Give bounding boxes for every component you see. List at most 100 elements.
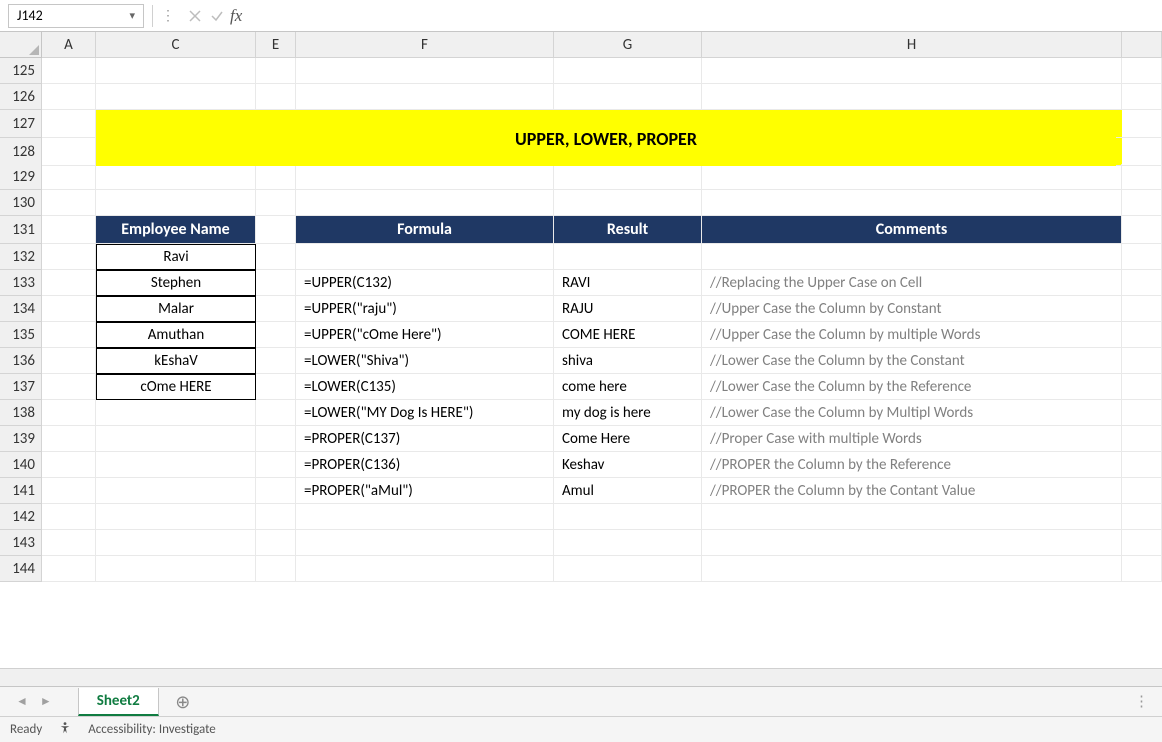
cell[interactable] xyxy=(96,504,256,530)
cell[interactable] xyxy=(42,478,96,504)
result-cell[interactable]: Keshav xyxy=(554,452,702,478)
column-header[interactable]: E xyxy=(256,32,296,58)
cell[interactable] xyxy=(256,478,296,504)
cell[interactable] xyxy=(256,348,296,374)
row-header[interactable]: 125 xyxy=(0,58,42,84)
row-header[interactable]: 131 xyxy=(0,216,42,244)
cell[interactable] xyxy=(42,556,96,582)
row-header[interactable]: 128 xyxy=(0,138,42,166)
cell[interactable] xyxy=(256,400,296,426)
table-header-formula[interactable]: Formula xyxy=(296,216,554,244)
cell[interactable] xyxy=(1122,84,1162,110)
cell[interactable] xyxy=(96,164,256,190)
cell[interactable] xyxy=(256,322,296,348)
row-header[interactable]: 126 xyxy=(0,84,42,110)
employee-cell[interactable]: cOme HERE xyxy=(96,374,256,400)
formula-cell[interactable]: =PROPER(C136) xyxy=(296,452,554,478)
cell[interactable] xyxy=(42,296,96,322)
ellipsis-icon[interactable]: ⋮ xyxy=(161,7,176,24)
table-header-comments[interactable]: Comments xyxy=(702,216,1122,244)
cell[interactable] xyxy=(256,296,296,322)
column-header[interactable]: G xyxy=(554,32,702,58)
comment-cell[interactable]: //PROPER the Column by the Reference xyxy=(702,452,1122,478)
row-header[interactable]: 133 xyxy=(0,270,42,296)
row-header[interactable]: 127 xyxy=(0,110,42,138)
cell[interactable] xyxy=(296,58,554,84)
row-header[interactable]: 137 xyxy=(0,374,42,400)
chevron-down-icon[interactable]: ▾ xyxy=(129,9,135,22)
cell[interactable] xyxy=(256,244,296,270)
row-header[interactable]: 139 xyxy=(0,426,42,452)
employee-cell[interactable]: Malar xyxy=(96,296,256,322)
cell[interactable] xyxy=(1122,426,1162,452)
formula-cell[interactable]: =UPPER("raju") xyxy=(296,296,554,322)
cell[interactable] xyxy=(256,556,296,582)
cell[interactable] xyxy=(554,164,702,190)
row-header[interactable]: 134 xyxy=(0,296,42,322)
formula-cell[interactable]: =LOWER(C135) xyxy=(296,374,554,400)
row-header[interactable]: 141 xyxy=(0,478,42,504)
cell[interactable] xyxy=(1122,452,1162,478)
cell[interactable] xyxy=(1122,348,1162,374)
cell[interactable] xyxy=(96,426,256,452)
cell[interactable] xyxy=(1122,504,1162,530)
column-header[interactable]: A xyxy=(42,32,96,58)
comment-cell[interactable]: //Upper Case the Column by Constant xyxy=(702,296,1122,322)
cell[interactable] xyxy=(256,270,296,296)
fx-label[interactable]: fx xyxy=(230,6,242,26)
cell[interactable] xyxy=(1122,58,1162,84)
comment-cell[interactable]: //PROPER the Column by the Contant Value xyxy=(702,478,1122,504)
result-cell[interactable]: Amul xyxy=(554,478,702,504)
cell[interactable] xyxy=(1122,530,1162,556)
result-cell[interactable]: Come Here xyxy=(554,426,702,452)
row-header[interactable]: 130 xyxy=(0,190,42,216)
cell[interactable] xyxy=(256,530,296,556)
cell[interactable] xyxy=(96,452,256,478)
cell[interactable] xyxy=(42,270,96,296)
table-header-employee[interactable]: Employee Name xyxy=(96,216,256,244)
cell[interactable] xyxy=(1122,270,1162,296)
cell[interactable] xyxy=(702,164,1122,190)
result-cell[interactable]: come here xyxy=(554,374,702,400)
cell[interactable] xyxy=(96,190,256,216)
cell[interactable] xyxy=(296,530,554,556)
cell[interactable] xyxy=(96,478,256,504)
formula-cell[interactable]: =LOWER("MY Dog Is HERE") xyxy=(296,400,554,426)
cell[interactable] xyxy=(1122,400,1162,426)
tab-nav-prev-icon[interactable]: ◄ xyxy=(10,694,34,709)
cell[interactable] xyxy=(1122,478,1162,504)
row-header[interactable]: 138 xyxy=(0,400,42,426)
add-sheet-button[interactable]: ⊕ xyxy=(173,692,193,712)
row-header[interactable]: 142 xyxy=(0,504,42,530)
cell[interactable] xyxy=(96,58,256,84)
cell[interactable] xyxy=(1122,216,1162,244)
employee-cell[interactable]: kEshaV xyxy=(96,348,256,374)
cell[interactable] xyxy=(42,164,96,190)
cell[interactable] xyxy=(42,190,96,216)
result-cell[interactable]: COME HERE xyxy=(554,322,702,348)
column-header[interactable]: F xyxy=(296,32,554,58)
select-all-corner[interactable] xyxy=(0,32,42,58)
cell[interactable] xyxy=(702,190,1122,216)
comment-cell[interactable]: //Lower Case the Column by Multipl Words xyxy=(702,400,1122,426)
cell[interactable] xyxy=(1122,110,1162,138)
cell[interactable] xyxy=(42,348,96,374)
cell[interactable] xyxy=(296,504,554,530)
cell[interactable] xyxy=(1122,296,1162,322)
row-header[interactable]: 135 xyxy=(0,322,42,348)
cell[interactable] xyxy=(96,556,256,582)
cell[interactable] xyxy=(42,400,96,426)
cell[interactable] xyxy=(42,216,96,244)
cell[interactable] xyxy=(296,244,554,270)
cell[interactable] xyxy=(554,84,702,110)
comment-cell[interactable]: //Lower Case the Column by the Reference xyxy=(702,374,1122,400)
sheet-tab-active[interactable]: Sheet2 xyxy=(78,688,159,716)
cell[interactable] xyxy=(96,530,256,556)
cell[interactable] xyxy=(296,190,554,216)
row-header[interactable]: 143 xyxy=(0,530,42,556)
cell[interactable] xyxy=(42,58,96,84)
result-cell[interactable]: shiva xyxy=(554,348,702,374)
formula-input[interactable] xyxy=(248,5,1158,27)
cell[interactable] xyxy=(1122,244,1162,270)
cell[interactable] xyxy=(42,110,96,138)
